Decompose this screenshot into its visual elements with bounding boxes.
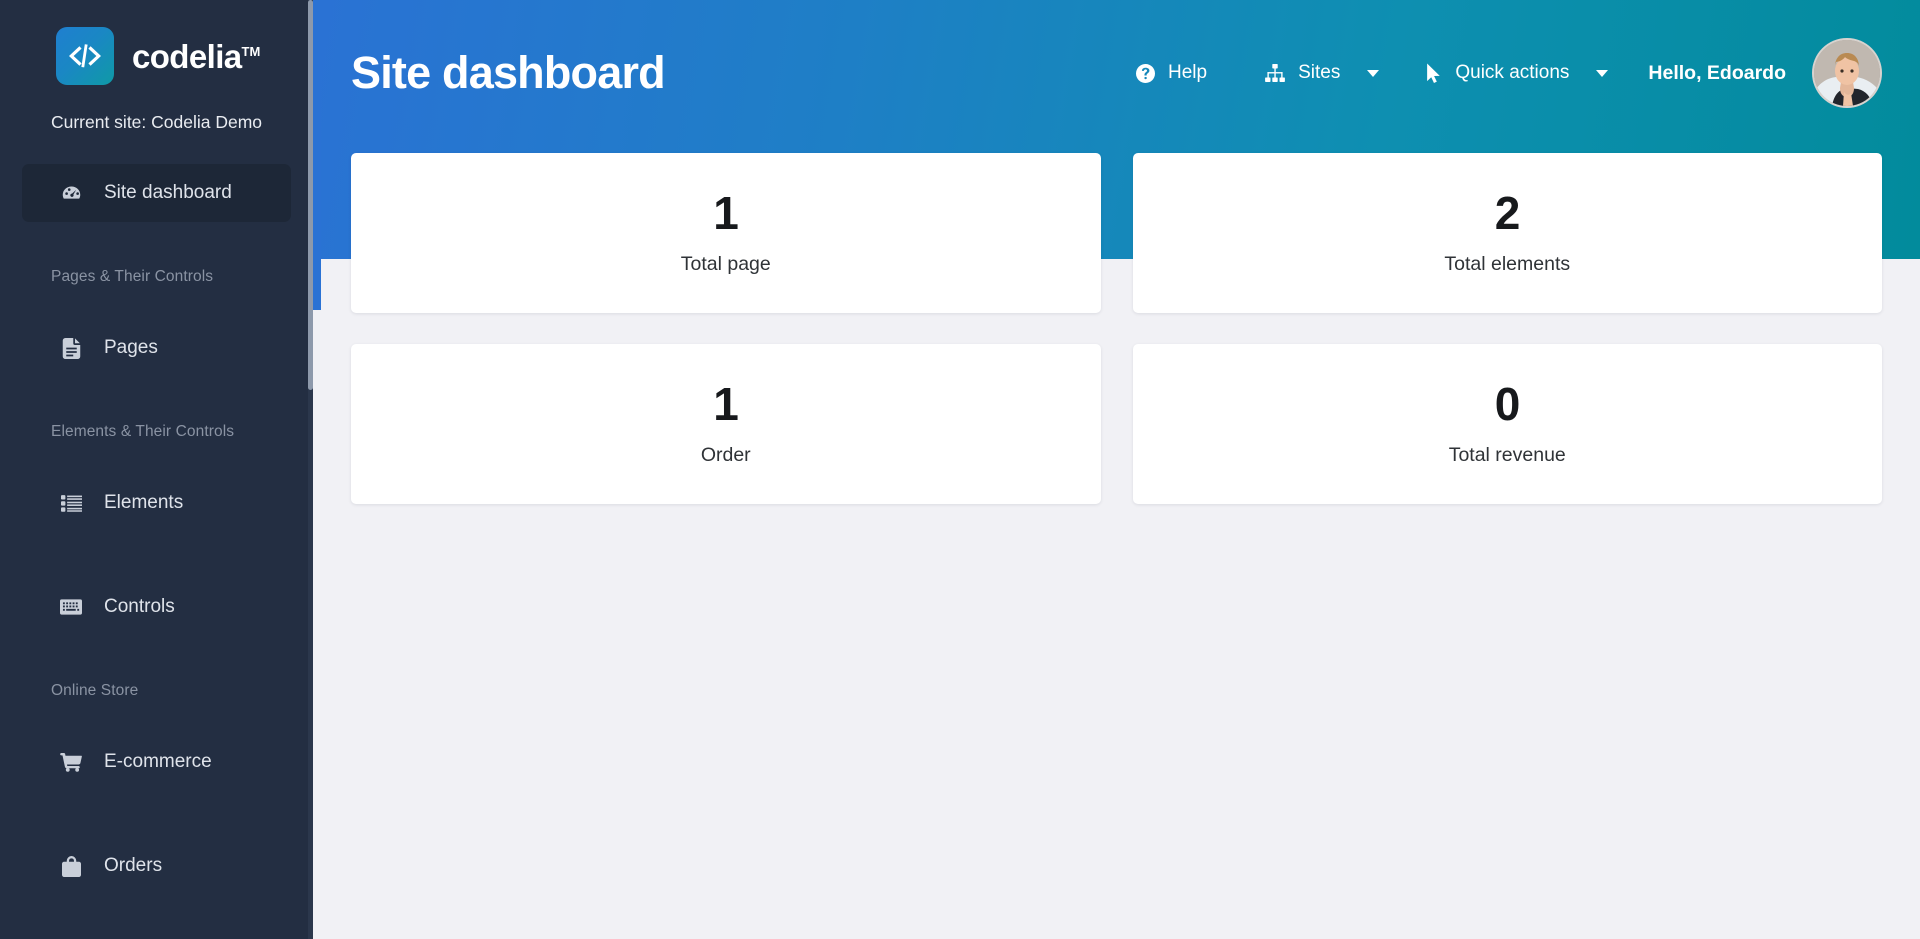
sidebar-item-label: E-commerce bbox=[104, 751, 212, 772]
stat-card-order[interactable]: 1 Order bbox=[351, 344, 1101, 504]
document-icon bbox=[60, 337, 82, 359]
gauge-icon bbox=[60, 183, 82, 204]
sidebar-item-site-dashboard[interactable]: Site dashboard bbox=[22, 164, 291, 222]
list-icon bbox=[60, 494, 82, 512]
sidebar-item-elements[interactable]: Elements bbox=[22, 474, 291, 532]
sidebar-item-orders[interactable]: Orders bbox=[22, 837, 291, 895]
stat-value: 1 bbox=[713, 187, 739, 239]
stat-value: 1 bbox=[713, 378, 739, 430]
sidebar-group-title-elements: Elements & Their Controls bbox=[51, 423, 235, 440]
stats-row-2: 1 Order 0 Total revenue bbox=[351, 344, 1882, 504]
sidebar-item-label: Site dashboard bbox=[104, 182, 232, 203]
header-nav: Help Sites Quick actions Hello, Edoardo bbox=[1136, 38, 1882, 108]
trademark-mark: TM bbox=[241, 43, 261, 59]
sidebar-item-label: Elements bbox=[104, 492, 184, 513]
stat-value: 0 bbox=[1494, 378, 1521, 430]
shopping-bag-icon bbox=[60, 855, 82, 877]
sidebar-scrollbar-thumb[interactable] bbox=[308, 0, 313, 390]
sidebar-item-label: Controls bbox=[104, 596, 175, 617]
sitemap-icon bbox=[1265, 64, 1285, 82]
keyboard-icon bbox=[60, 599, 82, 615]
brand-name: codeliaTM bbox=[132, 40, 260, 73]
sidebar-group-title-online-store: Online Store bbox=[51, 682, 139, 699]
stats-row-1: 1 Total page 2 Total elements bbox=[351, 153, 1882, 313]
sidebar-item-pages[interactable]: Pages bbox=[22, 319, 291, 377]
sidebar-scrollbar-track[interactable] bbox=[308, 0, 313, 939]
chevron-down-icon bbox=[1367, 69, 1380, 77]
current-site-label: Current site: Codelia Demo bbox=[50, 112, 263, 132]
stat-label: Total elements bbox=[1444, 253, 1571, 275]
sidebar-item-controls[interactable]: Controls bbox=[22, 578, 291, 636]
quick-actions-label: Quick actions bbox=[1455, 62, 1570, 83]
sites-label: Sites bbox=[1298, 62, 1341, 83]
brand-wordmark: codelia bbox=[132, 37, 242, 75]
shopping-cart-icon bbox=[60, 752, 82, 772]
user-greeting: Hello, Edoardo bbox=[1648, 61, 1786, 84]
sidebar-group-title-pages: Pages & Their Controls bbox=[51, 268, 214, 285]
brand-logo[interactable]: codeliaTM bbox=[0, 0, 313, 85]
cursor-arrow-icon bbox=[1427, 63, 1442, 83]
stat-label: Total revenue bbox=[1448, 444, 1566, 466]
sidebar: codeliaTM Current site: Codelia Demo Sit… bbox=[0, 0, 313, 939]
code-brackets-icon bbox=[56, 27, 114, 85]
main-content: Site dashboard Help Sites Quick actions … bbox=[313, 0, 1920, 939]
help-link[interactable]: Help bbox=[1136, 56, 1207, 90]
help-label: Help bbox=[1168, 62, 1208, 83]
page-title: Site dashboard bbox=[351, 47, 666, 98]
quick-actions-dropdown[interactable]: Quick actions bbox=[1427, 56, 1609, 90]
stat-label: Order bbox=[700, 444, 751, 466]
app-root: codeliaTM Current site: Codelia Demo Sit… bbox=[0, 0, 1920, 939]
stat-label: Total page bbox=[680, 253, 771, 275]
stats-grid: 1 Total page 2 Total elements 1 Order 0 … bbox=[313, 153, 1920, 535]
sidebar-item-label: Orders bbox=[104, 855, 163, 876]
avatar[interactable] bbox=[1812, 38, 1882, 108]
sites-dropdown[interactable]: Sites bbox=[1265, 56, 1380, 90]
stat-card-total-page[interactable]: 1 Total page bbox=[351, 153, 1101, 313]
stat-value: 2 bbox=[1494, 187, 1521, 239]
question-circle-icon bbox=[1136, 63, 1156, 83]
stat-card-total-revenue[interactable]: 0 Total revenue bbox=[1132, 344, 1882, 504]
sidebar-item-label: Pages bbox=[104, 337, 158, 358]
sidebar-item-ecommerce[interactable]: E-commerce bbox=[22, 733, 291, 791]
chevron-down-icon bbox=[1596, 69, 1609, 77]
stat-card-total-elements[interactable]: 2 Total elements bbox=[1132, 153, 1882, 313]
